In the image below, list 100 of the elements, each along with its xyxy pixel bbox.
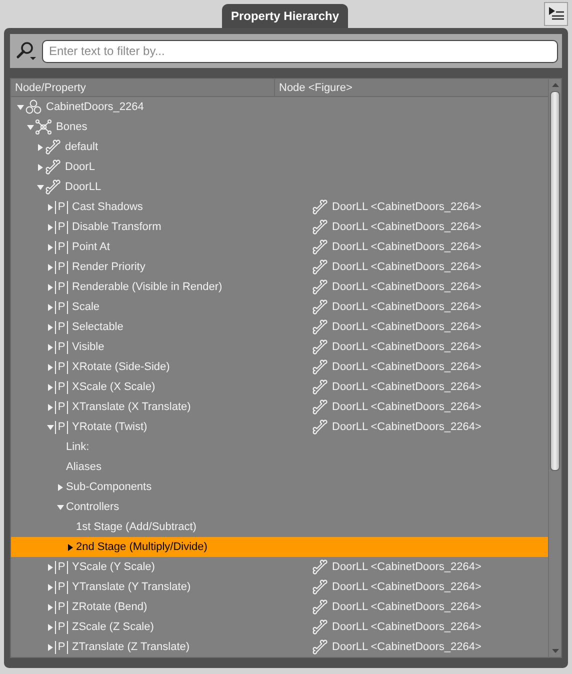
tree-item-label: Selectable [71, 321, 124, 333]
bone-icon [312, 599, 328, 615]
expanded-arrow-icon[interactable] [37, 184, 44, 190]
tree-item-label: DoorLL [64, 181, 102, 193]
expanded-arrow-icon[interactable] [27, 124, 34, 130]
node-label: DoorLL <CabinetDoors_2264> [332, 281, 482, 293]
scroll-up-icon[interactable] [552, 83, 558, 87]
tree-row[interactable]: P Selectable DoorLL <CabinetDoors_2264> [11, 317, 548, 337]
tree-row[interactable]: P Scale DoorLL <CabinetDoors_2264> [11, 297, 548, 317]
tree-item-label: YRotate (Twist) [71, 421, 148, 433]
tree-row[interactable]: Aliases [11, 457, 548, 477]
bone-icon [312, 219, 328, 235]
figure-icon [25, 99, 42, 115]
tree-row[interactable]: P Disable Transform DoorLL <CabinetDoors_2264> [11, 217, 548, 237]
bone-icon [312, 379, 328, 395]
tree-item-label: Render Priority [71, 261, 146, 273]
tree-row[interactable]: P ZScale (Z Scale) DoorLL <CabinetDoors_2264> [11, 617, 548, 637]
search-icon[interactable] [16, 41, 38, 61]
bone-icon [312, 399, 328, 415]
bone-icon [45, 179, 61, 195]
tree-item-label: Renderable (Visible in Render) [71, 281, 222, 293]
scrollbar-thumb[interactable] [550, 91, 560, 471]
tree-item-label: YScale (Y Scale) [71, 561, 155, 573]
tree-row[interactable]: P YRotate (Twist) DoorLL <CabinetDoors_2264> [11, 417, 548, 437]
tree-item-label: DoorL [64, 161, 95, 173]
tree-item-label: Scale [71, 301, 100, 313]
tree-row[interactable]: default [11, 137, 548, 157]
tree-item-label: 1st Stage (Add/Subtract) [75, 521, 196, 533]
bone-icon [312, 299, 328, 315]
tree-item-label: XRotate (Side-Side) [71, 361, 170, 373]
panel-tab[interactable]: Property Hierarchy [222, 4, 348, 28]
column-header[interactable]: Node <Figure> [275, 79, 352, 96]
bone-icon [312, 199, 328, 215]
tree-row[interactable]: P YTranslate (Y Translate) DoorLL <CabinetDoors_2264> [11, 577, 548, 597]
tree-item-label: Cast Shadows [71, 201, 143, 213]
tree-item-label: Bones [55, 121, 88, 133]
bone-icon [312, 279, 328, 295]
tree-row[interactable]: P Point At DoorLL <CabinetDoors_2264> [11, 237, 548, 257]
tree-row[interactable]: P Visible DoorLL <CabinetDoors_2264> [11, 337, 548, 357]
tree-item-label: Controllers [65, 501, 120, 513]
node-label: DoorLL <CabinetDoors_2264> [332, 401, 482, 413]
tree-row[interactable]: Bones [11, 117, 548, 137]
column-header[interactable]: Node/Property [11, 79, 275, 96]
tree-item-label: Disable Transform [71, 221, 162, 233]
tree-row[interactable]: P Renderable (Visible in Render) DoorLL <CabinetDoors_2264> [11, 277, 548, 297]
bone-icon [312, 339, 328, 355]
node-label: DoorLL <CabinetDoors_2264> [332, 301, 482, 313]
tree-row[interactable]: Sub-Components [11, 477, 548, 497]
tree-row[interactable]: P Cast Shadows DoorLL <CabinetDoors_2264> [11, 197, 548, 217]
bone-icon [45, 159, 61, 175]
tree-item-label: ZScale (Z Scale) [71, 621, 154, 633]
tree-row[interactable]: DoorLL [11, 177, 548, 197]
node-label: DoorLL <CabinetDoors_2264> [332, 581, 482, 593]
tree-row[interactable]: P ZRotate (Bend) DoorLL <CabinetDoors_2264> [11, 597, 548, 617]
tree-item-label: XScale (X Scale) [71, 381, 156, 393]
tree-row[interactable]: CabinetDoors_2264 [11, 97, 548, 117]
tree-item-label: XTranslate (X Translate) [71, 401, 191, 413]
bone-icon [312, 639, 328, 655]
tree-row[interactable]: Controllers [11, 497, 548, 517]
tree-item-label: Aliases [65, 461, 102, 473]
tree-row[interactable]: P Render Priority DoorLL <CabinetDoors_2264> [11, 257, 548, 277]
bones-icon [35, 119, 52, 135]
node-label: DoorLL <CabinetDoors_2264> [332, 621, 482, 633]
bone-icon [312, 419, 328, 435]
tree-row[interactable]: P YScale (Y Scale) DoorLL <CabinetDoors_2264> [11, 557, 548, 577]
tree-row[interactable]: P XRotate (Side-Side) DoorLL <CabinetDoors_2264> [11, 357, 548, 377]
expanded-arrow-icon[interactable] [47, 424, 54, 430]
tree-item-label: 2nd Stage (Multiply/Divide) [75, 541, 208, 553]
scroll-down-icon[interactable] [552, 649, 558, 653]
tree-row[interactable]: P XScale (X Scale) DoorLL <CabinetDoors_2264> [11, 377, 548, 397]
node-label: DoorLL <CabinetDoors_2264> [332, 241, 482, 253]
tree-item-label: Sub-Components [65, 481, 152, 493]
tree-item-label: Link: [65, 441, 90, 453]
node-label: DoorLL <CabinetDoors_2264> [332, 201, 482, 213]
expanded-arrow-icon[interactable] [17, 104, 24, 110]
tree-row[interactable]: P ZTranslate (Z Translate) DoorLL <CabinetDoors_2264> [11, 637, 548, 657]
tree-item-label: Visible [71, 341, 104, 353]
tree-row[interactable]: Link: [11, 437, 548, 457]
tree-item-label: CabinetDoors_2264 [45, 101, 144, 113]
bone-icon [312, 239, 328, 255]
tree-row[interactable]: P XTranslate (X Translate) DoorLL <CabinetDoors_2264> [11, 397, 548, 417]
collapsed-arrow-icon[interactable] [68, 544, 73, 550]
tree-row[interactable]: DoorL [11, 157, 548, 177]
expanded-arrow-icon[interactable] [57, 504, 64, 510]
bone-icon [312, 559, 328, 575]
panel-options-icon[interactable] [544, 2, 568, 26]
bone-icon [45, 139, 61, 155]
filter-field[interactable]: Enter text to filter by... [42, 40, 558, 62]
tree-item-label: ZTranslate (Z Translate) [71, 641, 190, 653]
tree-row[interactable]: 1st Stage (Add/Subtract) [11, 517, 548, 537]
node-label: DoorLL <CabinetDoors_2264> [332, 321, 482, 333]
bone-icon [312, 579, 328, 595]
node-label: DoorLL <CabinetDoors_2264> [332, 221, 482, 233]
node-label: DoorLL <CabinetDoors_2264> [332, 561, 482, 573]
node-label: DoorLL <CabinetDoors_2264> [332, 361, 482, 373]
node-label: DoorLL <CabinetDoors_2264> [332, 421, 482, 433]
node-label: DoorLL <CabinetDoors_2264> [332, 261, 482, 273]
tree-row[interactable]: 2nd Stage (Multiply/Divide) [11, 537, 548, 557]
bone-icon [312, 619, 328, 635]
tree-item-label: default [64, 141, 98, 153]
